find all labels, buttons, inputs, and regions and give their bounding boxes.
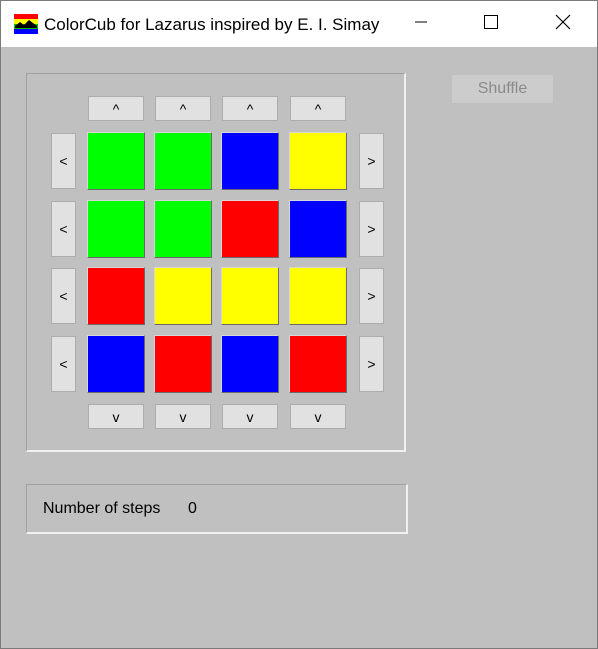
row-4-left-button[interactable]: < bbox=[51, 336, 76, 392]
steps-panel: Number of steps 0 bbox=[26, 484, 408, 534]
column-4-down-button[interactable]: v bbox=[290, 404, 346, 429]
grid-cell-yellow bbox=[289, 132, 347, 190]
close-icon bbox=[555, 14, 571, 35]
grid-cell-green bbox=[87, 200, 145, 258]
puzzle-panel bbox=[26, 73, 406, 452]
grid-cell-green bbox=[87, 132, 145, 190]
shuffle-button[interactable]: Shuffle bbox=[451, 74, 554, 104]
grid-cell-yellow bbox=[221, 267, 279, 325]
maximize-button[interactable] bbox=[468, 1, 514, 47]
grid-cell-red bbox=[289, 335, 347, 393]
grid-cell-blue bbox=[221, 132, 279, 190]
minimize-button[interactable] bbox=[398, 1, 444, 47]
minimize-icon bbox=[415, 15, 427, 33]
grid-cell-red bbox=[221, 200, 279, 258]
column-3-down-button[interactable]: v bbox=[222, 404, 278, 429]
row-2-right-button[interactable]: > bbox=[359, 201, 384, 257]
app-window: ColorCub for Lazarus inspired by E. I. S… bbox=[0, 0, 598, 649]
grid-cell-red bbox=[87, 267, 145, 325]
grid-cell-yellow bbox=[154, 267, 212, 325]
column-1-up-button[interactable]: ^ bbox=[88, 96, 144, 121]
maximize-icon bbox=[484, 14, 498, 34]
grid-cell-green bbox=[154, 132, 212, 190]
title-bar[interactable]: ColorCub for Lazarus inspired by E. I. S… bbox=[1, 1, 597, 47]
row-1-right-button[interactable]: > bbox=[359, 133, 384, 189]
app-icon bbox=[14, 14, 38, 34]
close-button[interactable] bbox=[540, 1, 586, 47]
row-4-right-button[interactable]: > bbox=[359, 336, 384, 392]
column-1-down-button[interactable]: v bbox=[88, 404, 144, 429]
window-title: ColorCub for Lazarus inspired by E. I. S… bbox=[44, 15, 380, 34]
column-2-up-button[interactable]: ^ bbox=[155, 96, 211, 121]
grid-cell-blue bbox=[221, 335, 279, 393]
grid-cell-yellow bbox=[289, 267, 347, 325]
grid-cell-red bbox=[154, 335, 212, 393]
column-4-up-button[interactable]: ^ bbox=[290, 96, 346, 121]
column-3-up-button[interactable]: ^ bbox=[222, 96, 278, 121]
row-2-left-button[interactable]: < bbox=[51, 201, 76, 257]
row-3-left-button[interactable]: < bbox=[51, 268, 76, 324]
grid-cell-blue bbox=[289, 200, 347, 258]
row-3-right-button[interactable]: > bbox=[359, 268, 384, 324]
column-2-down-button[interactable]: v bbox=[155, 404, 211, 429]
steps-count: 0 bbox=[188, 500, 197, 517]
grid-cell-blue bbox=[87, 335, 145, 393]
grid-cell-green bbox=[154, 200, 212, 258]
row-1-left-button[interactable]: < bbox=[51, 133, 76, 189]
steps-label: Number of steps bbox=[43, 500, 161, 517]
